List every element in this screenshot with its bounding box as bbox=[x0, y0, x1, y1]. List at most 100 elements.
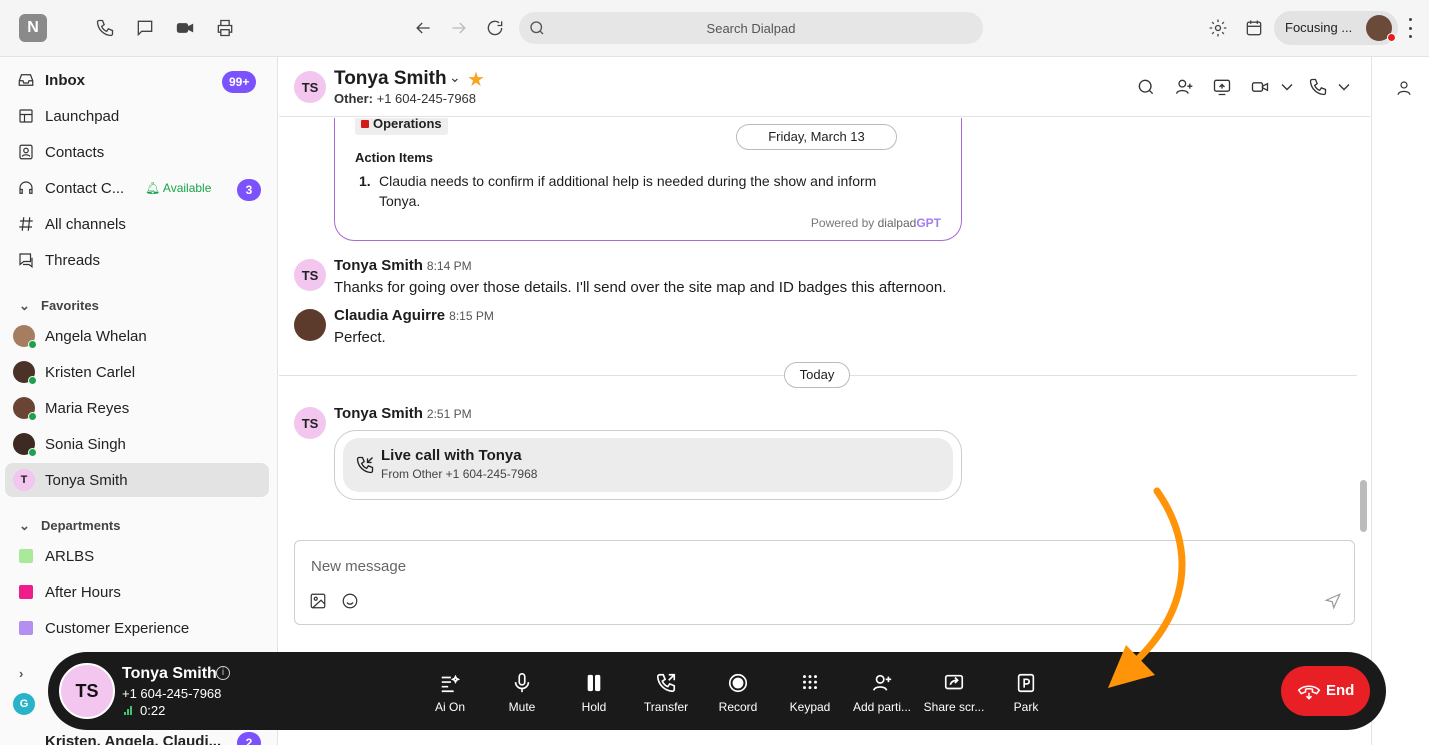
mute-button[interactable]: Mute bbox=[487, 672, 557, 714]
sidebar-item-all-channels[interactable]: All channels bbox=[5, 207, 269, 241]
park-icon bbox=[1017, 673, 1035, 693]
sidebar-item-inbox[interactable]: Inbox 99+ bbox=[5, 63, 269, 97]
contact-name[interactable]: Tonya Smith bbox=[334, 68, 447, 90]
sidebar-item-tonya-smith[interactable]: T Tonya Smith bbox=[5, 463, 269, 497]
button-label: Park bbox=[1013, 700, 1039, 714]
button-label: Keypad bbox=[789, 700, 831, 714]
share-screen-button[interactable]: Share scr... bbox=[919, 672, 989, 714]
caller-avatar: TS bbox=[59, 663, 115, 719]
sidebar-item-launchpad[interactable]: Launchpad bbox=[5, 99, 269, 133]
settings-gear-icon[interactable] bbox=[1207, 17, 1229, 39]
sidebar-item-threads[interactable]: Threads bbox=[5, 243, 269, 277]
message-text: Perfect. bbox=[334, 329, 386, 346]
sidebar-item-label: Inbox bbox=[45, 72, 85, 89]
sidebar-item-arlbs[interactable]: ARLBS bbox=[5, 539, 269, 573]
caller-name: Tonya Smith bbox=[122, 665, 217, 682]
sidebar-item-contact-center[interactable]: Contact C... 🔔︎ Available 3 bbox=[5, 171, 269, 205]
top-bar: N Search Dialpad Focusing ... bbox=[0, 0, 1429, 57]
sidebar-item-contacts[interactable]: Contacts bbox=[5, 135, 269, 169]
record-icon bbox=[728, 673, 748, 693]
back-arrow-icon[interactable] bbox=[412, 17, 434, 39]
message-composer[interactable]: New message bbox=[294, 540, 1355, 625]
favorite-star-icon[interactable]: ★ bbox=[467, 67, 485, 92]
pause-icon bbox=[587, 674, 601, 692]
avatar: T bbox=[13, 469, 35, 491]
park-button[interactable]: Park bbox=[991, 672, 1061, 714]
chevron-down-icon[interactable]: ⌄ bbox=[449, 69, 461, 86]
sidebar-item-customer-experience[interactable]: Customer Experience bbox=[5, 611, 269, 645]
transfer-icon bbox=[656, 673, 676, 693]
contact-avatar[interactable]: TS bbox=[294, 71, 326, 103]
video-call-icon[interactable] bbox=[1250, 77, 1270, 97]
share-screen-icon[interactable] bbox=[1212, 77, 1232, 97]
ai-on-button[interactable]: Ai On bbox=[415, 672, 485, 714]
chevron-right-icon: › bbox=[19, 666, 24, 681]
avatar[interactable] bbox=[294, 309, 326, 341]
headset-icon bbox=[17, 179, 35, 197]
transfer-button[interactable]: Transfer bbox=[631, 672, 701, 714]
today-pill: Today bbox=[784, 362, 850, 388]
sidebar-item-maria-reyes[interactable]: Maria Reyes bbox=[5, 391, 269, 425]
sidebar-item-after-hours[interactable]: After Hours bbox=[5, 575, 269, 609]
favorites-header[interactable]: ⌄ Favorites bbox=[19, 298, 99, 314]
availability-status[interactable]: 🔔︎ Available bbox=[145, 181, 211, 195]
refresh-icon[interactable] bbox=[484, 17, 506, 39]
button-label: Transfer bbox=[643, 700, 689, 714]
chevron-down-icon[interactable] bbox=[1334, 77, 1354, 97]
count-badge: 3 bbox=[237, 179, 261, 201]
avatar bbox=[13, 361, 37, 385]
threads-icon bbox=[17, 251, 35, 269]
end-call-button[interactable]: End bbox=[1281, 666, 1370, 716]
sidebar-item-kristen-carlel[interactable]: Kristen Carlel bbox=[5, 355, 269, 389]
section-label: Departments bbox=[41, 518, 121, 533]
action-items-header: Action Items bbox=[355, 150, 434, 165]
ai-recap-card: Operations Friday, March 13 Action Items… bbox=[334, 118, 962, 241]
sidebar-item-label: Contacts bbox=[45, 144, 105, 161]
sidebar-item-angela-whelan[interactable]: Angela Whelan bbox=[5, 319, 269, 353]
contact-profile-icon[interactable] bbox=[1395, 79, 1415, 99]
search-input[interactable]: Search Dialpad bbox=[519, 12, 983, 44]
more-menu-icon[interactable] bbox=[1403, 18, 1417, 38]
video-icon[interactable] bbox=[174, 17, 196, 39]
send-icon[interactable] bbox=[1324, 592, 1342, 610]
date-pill[interactable]: Friday, March 13 bbox=[736, 124, 897, 150]
hold-button[interactable]: Hold bbox=[559, 672, 629, 714]
button-label: Share scr... bbox=[923, 700, 985, 714]
record-button[interactable]: Record bbox=[703, 672, 773, 714]
action-item-number: 1. bbox=[359, 173, 371, 189]
chevron-down-icon[interactable] bbox=[1277, 77, 1297, 97]
sidebar-item-sonia-singh[interactable]: Sonia Singh bbox=[5, 427, 269, 461]
info-icon[interactable]: i bbox=[216, 666, 230, 680]
keypad-button[interactable]: Keypad bbox=[775, 672, 845, 714]
sidebar-item-label: Contact C... bbox=[45, 180, 125, 197]
sidebar-item-label: ARLBS bbox=[45, 548, 95, 565]
avatar[interactable]: TS bbox=[294, 407, 326, 439]
search-icon[interactable] bbox=[1136, 77, 1156, 97]
image-upload-icon[interactable] bbox=[309, 592, 327, 610]
ai-sparkle-icon bbox=[441, 674, 461, 693]
add-person-icon[interactable] bbox=[1174, 77, 1194, 97]
feed-scrollbar[interactable] bbox=[1360, 480, 1367, 532]
message-feed: Operations Friday, March 13 Action Items… bbox=[279, 118, 1357, 530]
print-icon[interactable] bbox=[214, 17, 236, 39]
departments-header[interactable]: ⌄ Departments bbox=[19, 518, 120, 534]
collapsed-section-header[interactable]: › bbox=[19, 666, 41, 681]
phone-icon[interactable] bbox=[94, 17, 116, 39]
active-call-bar: TS Tonya Smith i +1 604-245-7968 0:22 Ai… bbox=[48, 652, 1386, 730]
phone-call-icon[interactable] bbox=[1308, 77, 1328, 97]
button-label: Record bbox=[718, 700, 758, 714]
chevron-down-icon: ⌄ bbox=[19, 298, 30, 313]
forward-arrow-icon[interactable] bbox=[448, 17, 470, 39]
sidebar-item-label: Customer Experience bbox=[45, 620, 190, 637]
emoji-icon[interactable] bbox=[341, 592, 359, 610]
calendar-icon[interactable] bbox=[1243, 17, 1265, 39]
avatar[interactable]: TS bbox=[294, 259, 326, 291]
live-call-card[interactable]: Live call with Tonya From Other +1 604-2… bbox=[334, 430, 962, 500]
message-time: 8:15 PM bbox=[449, 309, 494, 323]
app-logo-icon[interactable]: N bbox=[19, 14, 47, 42]
add-participant-button[interactable]: Add parti... bbox=[847, 672, 917, 714]
contact-phone: Other: +1 604-245-7968 bbox=[334, 91, 477, 106]
chat-icon[interactable] bbox=[134, 17, 156, 39]
user-status-button[interactable]: Focusing ... bbox=[1274, 11, 1398, 45]
avatar bbox=[13, 397, 37, 421]
